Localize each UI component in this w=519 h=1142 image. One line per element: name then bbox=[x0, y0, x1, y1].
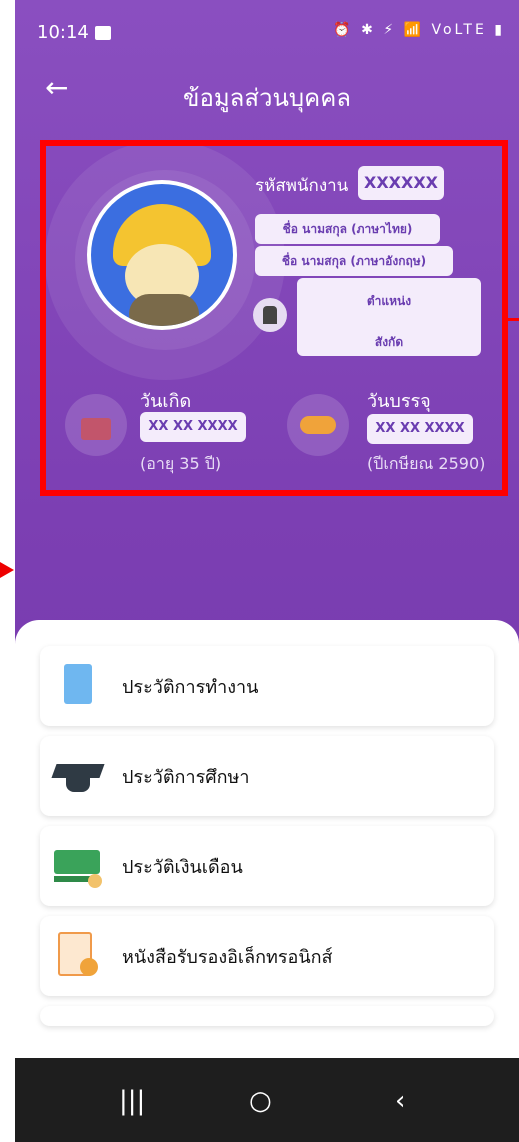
page-title: ข้อมูลส่วนบุคคล bbox=[183, 84, 351, 112]
recents-button[interactable]: ||| bbox=[119, 1086, 145, 1116]
highlight-box bbox=[40, 140, 508, 496]
money-icon bbox=[50, 838, 106, 894]
certificate-icon bbox=[50, 928, 106, 984]
system-icons: ⏰ ✱ ⚡ 📶 VoLTE ▮ bbox=[333, 22, 505, 38]
home-button[interactable]: ○ bbox=[249, 1086, 272, 1116]
nav-back-button[interactable]: ‹ bbox=[395, 1086, 405, 1116]
menu-item-label: หนังสือรับรองอิเล็กทรอนิกส์ bbox=[122, 946, 333, 968]
status-bar: 10:14 ⏰ ✱ ⚡ 📶 VoLTE ▮ bbox=[15, 0, 519, 60]
menu-item-work-history[interactable]: ประวัติการทำงาน bbox=[40, 646, 494, 726]
status-time: 10:14 bbox=[37, 22, 89, 43]
gallery-icon bbox=[95, 26, 111, 40]
screen: 10:14 ⏰ ✱ ⚡ 📶 VoLTE ▮ ← ข้อมูลส่วนบุคคล … bbox=[0, 0, 519, 1142]
menu-item-label: ประวัติเงินเดือน bbox=[122, 856, 243, 878]
phone-screen: 10:14 ⏰ ✱ ⚡ 📶 VoLTE ▮ ← ข้อมูลส่วนบุคคล … bbox=[15, 0, 519, 1142]
graduation-cap-icon bbox=[50, 748, 106, 804]
menu-item-education[interactable]: ประวัติการศึกษา bbox=[40, 736, 494, 816]
annotation-line-right bbox=[508, 318, 519, 321]
menu-item-more[interactable] bbox=[40, 1006, 494, 1026]
annotation-arrow-left bbox=[0, 562, 14, 578]
menu-item-salary[interactable]: ประวัติเงินเดือน bbox=[40, 826, 494, 906]
work-history-icon bbox=[50, 658, 106, 714]
menu-item-label: ประวัติการศึกษา bbox=[122, 766, 250, 788]
nav-bar: ||| ○ ‹ bbox=[15, 1058, 519, 1142]
menu-item-label: ประวัติการทำงาน bbox=[122, 676, 259, 698]
menu-sheet: ประวัติการทำงาน ประวัติการศึกษา ประวัติเ… bbox=[15, 620, 519, 1060]
menu-item-certificate[interactable]: หนังสือรับรองอิเล็กทรอนิกส์ bbox=[40, 916, 494, 996]
